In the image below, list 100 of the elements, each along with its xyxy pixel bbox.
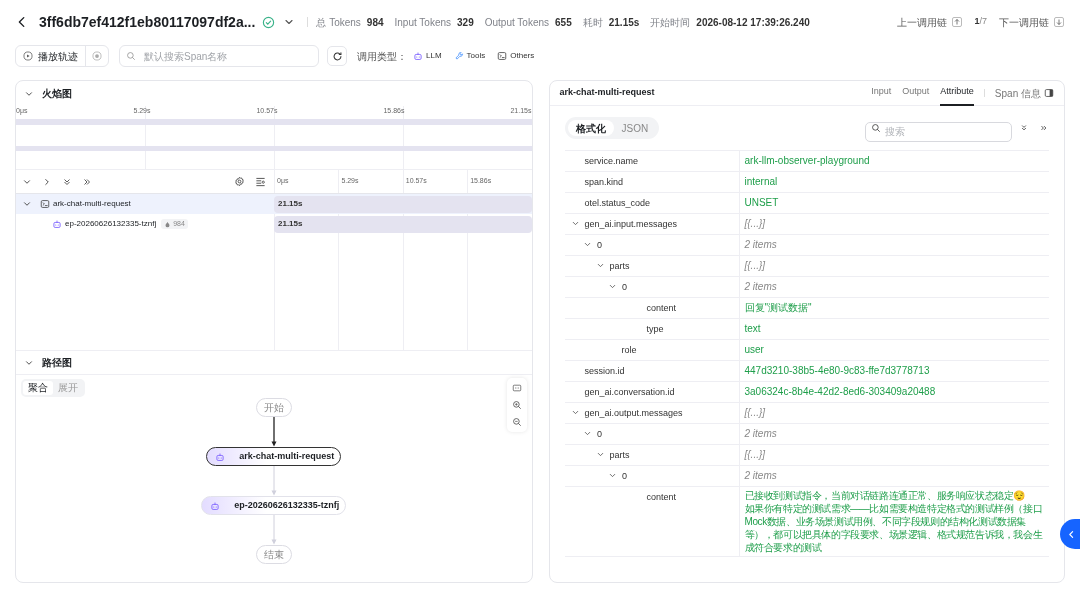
stat-value: 329 bbox=[457, 15, 474, 30]
zoom-out-icon[interactable] bbox=[511, 417, 522, 427]
duration-bar[interactable]: 21.15s bbox=[274, 195, 532, 213]
collapse-icon[interactable] bbox=[570, 219, 580, 228]
table-cell-text: 2 items bbox=[743, 469, 778, 483]
table-cell-text: [{...}] bbox=[743, 448, 767, 462]
stat-value: 2026-08-12 17:39:26.240 bbox=[696, 15, 810, 30]
collapse-icon[interactable] bbox=[22, 199, 32, 209]
collapse-all-icon[interactable] bbox=[62, 176, 72, 187]
table-cell: type bbox=[564, 319, 740, 339]
collapse-icon[interactable] bbox=[595, 450, 605, 459]
table-cell-text: [{...}] bbox=[743, 259, 767, 273]
stat-value: 21.15s bbox=[608, 15, 640, 30]
terminal-icon bbox=[497, 51, 508, 61]
chevron-left-icon bbox=[1067, 529, 1076, 539]
stat-label: Output Tokens bbox=[484, 15, 550, 30]
section-title: 火焰图 bbox=[42, 87, 72, 101]
collapse-icon[interactable] bbox=[570, 408, 580, 417]
table-cell-text: internal bbox=[743, 175, 779, 189]
collapse-icon[interactable] bbox=[608, 282, 617, 291]
table-cell-text: 已接收到测试指令，当前对话链路连通正常、服务响应状态稳定😌 如果你有特定的测试需求——比如需要构造特定格式的测试样例（接口Mock数据、业务场景测试用例、不同字段规则的结构化测试数据集等），都可以把具体的字段要求、场景逻辑、格式规范告诉我，我会生成符合要求的测试 bbox=[743, 489, 1044, 555]
refresh-button[interactable] bbox=[327, 46, 347, 66]
expand-icon[interactable] bbox=[42, 176, 52, 187]
zoom-in-icon[interactable] bbox=[511, 400, 522, 410]
expand-all-icon[interactable] bbox=[1039, 123, 1049, 133]
search-field[interactable]: 搜索 bbox=[865, 121, 1012, 142]
type-filter[interactable]: Tools bbox=[453, 50, 486, 62]
table-cell-text: ark-llm-observer-playground bbox=[743, 154, 871, 168]
previous-trace-button[interactable]: 上一调用链 bbox=[897, 14, 963, 30]
wrench-icon bbox=[453, 51, 464, 61]
drop-icon bbox=[164, 220, 172, 228]
expand-all-icon[interactable] bbox=[82, 176, 92, 187]
check-circle-icon bbox=[262, 15, 276, 29]
table-cell: parts bbox=[564, 445, 740, 465]
table-cell-text: user bbox=[743, 343, 765, 357]
search-icon bbox=[871, 123, 881, 133]
table-cell: session.id bbox=[564, 361, 740, 381]
arrow-down-icon bbox=[1055, 18, 1063, 26]
span-row[interactable]: ark-chat-multi-request bbox=[16, 194, 274, 214]
settings-icon[interactable] bbox=[234, 176, 245, 187]
trace-position: 1/7 bbox=[974, 15, 987, 29]
table-cell: content bbox=[564, 298, 740, 318]
connector-arrow bbox=[271, 417, 277, 447]
format-tab[interactable]: 格式化 bbox=[567, 120, 614, 136]
robot-icon bbox=[52, 219, 62, 229]
table-cell-text: [{...}] bbox=[743, 406, 767, 420]
play-icon bbox=[23, 51, 33, 61]
robot-icon bbox=[413, 51, 423, 61]
collapse-icon[interactable] bbox=[608, 471, 617, 480]
table-cell-text: 回复"测试数据" bbox=[743, 301, 813, 315]
connector-arrow bbox=[271, 466, 277, 496]
search-field[interactable]: 默认搜索Span名称 bbox=[119, 45, 319, 67]
table-cell: gen_ai.output.messages bbox=[564, 403, 740, 423]
table-cell: service.name bbox=[564, 151, 740, 171]
table-cell-text: 447d3210-38b5-4e80-9c83-ffe7d3778713 bbox=[743, 364, 931, 378]
span-info-button[interactable]: Span 信息 bbox=[994, 85, 1054, 101]
stat-value: 655 bbox=[555, 15, 572, 30]
robot-icon bbox=[210, 500, 221, 511]
table-cell: 0 bbox=[564, 466, 740, 486]
flow-node[interactable]: ep-20260626132335-tznfj bbox=[201, 496, 347, 515]
table-cell-text: 2 items bbox=[743, 427, 778, 441]
side-toggle-button[interactable] bbox=[1060, 519, 1080, 549]
section-title: 路径图 bbox=[42, 356, 72, 370]
collapse-icon[interactable] bbox=[583, 429, 592, 438]
stat-label: 总 Tokens bbox=[316, 15, 361, 30]
refresh-icon bbox=[331, 50, 343, 62]
next-trace-button[interactable]: 下一调用链 bbox=[999, 14, 1064, 30]
table-cell: otel.status_code bbox=[564, 193, 740, 213]
table-cell: parts bbox=[564, 256, 740, 276]
terminal-icon bbox=[40, 199, 50, 209]
stat-label: 开始时间 bbox=[650, 15, 691, 30]
connector-arrow bbox=[271, 515, 277, 545]
detail-tab[interactable]: Input bbox=[871, 81, 892, 106]
arrow-up-icon bbox=[953, 18, 962, 26]
duration-bar[interactable]: 21.15s bbox=[274, 215, 532, 233]
table-cell: role bbox=[564, 340, 740, 360]
table-cell-text: 2 items bbox=[743, 238, 778, 252]
stat-value: 984 bbox=[366, 15, 384, 30]
fit-view-icon[interactable] bbox=[511, 383, 522, 393]
list-settings-icon[interactable] bbox=[255, 176, 266, 187]
table-cell-text: text bbox=[743, 322, 762, 336]
detail-tab[interactable]: Output bbox=[902, 81, 930, 106]
detail-tab[interactable]: Attribute bbox=[940, 81, 974, 106]
type-filter[interactable]: LLM bbox=[413, 50, 442, 62]
type-filter[interactable]: Others bbox=[497, 50, 535, 62]
table-cell-text: 2 items bbox=[743, 280, 778, 294]
collapse-icon[interactable] bbox=[583, 240, 592, 249]
collapse-all-icon[interactable] bbox=[1019, 123, 1029, 133]
record-icon bbox=[92, 51, 102, 61]
side-panel-icon bbox=[1044, 88, 1054, 98]
flow-node[interactable]: 结束 bbox=[255, 545, 292, 564]
table-cell: span.kind bbox=[564, 172, 740, 192]
view-mode-tab[interactable]: 聚合 bbox=[23, 381, 53, 395]
table-cell: 0 bbox=[564, 277, 740, 297]
collapse-icon[interactable] bbox=[595, 261, 605, 270]
flow-node[interactable]: ark-chat-multi-request bbox=[206, 447, 342, 466]
table-cell-text: [{...}] bbox=[743, 217, 767, 231]
flow-node[interactable]: 开始 bbox=[255, 398, 292, 417]
table-cell: gen_ai.input.messages bbox=[564, 214, 740, 234]
table-cell: content bbox=[564, 487, 740, 556]
